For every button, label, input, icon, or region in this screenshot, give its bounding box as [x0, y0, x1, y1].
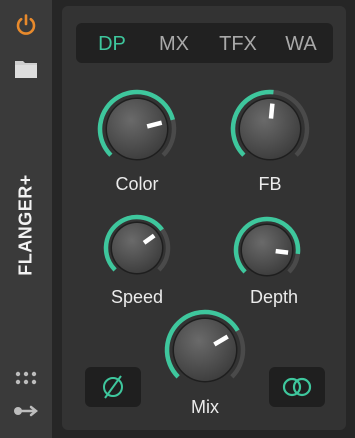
knob-depth[interactable] — [233, 216, 301, 277]
knob-indicator — [275, 248, 289, 255]
knob-speed[interactable] — [103, 214, 171, 275]
device-frame: FLANGER+ DP MX TFX WA Color FB Speed Dep… — [0, 0, 355, 438]
knob-body — [174, 319, 236, 381]
phase-invert-icon — [103, 375, 123, 399]
phase-invert-button[interactable] — [85, 367, 141, 407]
knob-label-color: Color — [115, 174, 159, 194]
knob-color[interactable] — [97, 89, 177, 161]
knob-label-mix: Mix — [191, 397, 219, 417]
knob-fb[interactable] — [230, 89, 310, 161]
knob-indicator — [268, 103, 275, 119]
stereo-link-button[interactable] — [269, 367, 325, 407]
knob-label-speed: Speed — [110, 287, 164, 307]
knob-label-fb: FB — [258, 174, 282, 194]
stereo-link-icon — [282, 377, 312, 397]
knob-label-depth: Depth — [249, 287, 299, 307]
knob-mix[interactable] — [164, 309, 246, 383]
knob-body — [107, 99, 167, 159]
knob-body — [112, 223, 162, 273]
